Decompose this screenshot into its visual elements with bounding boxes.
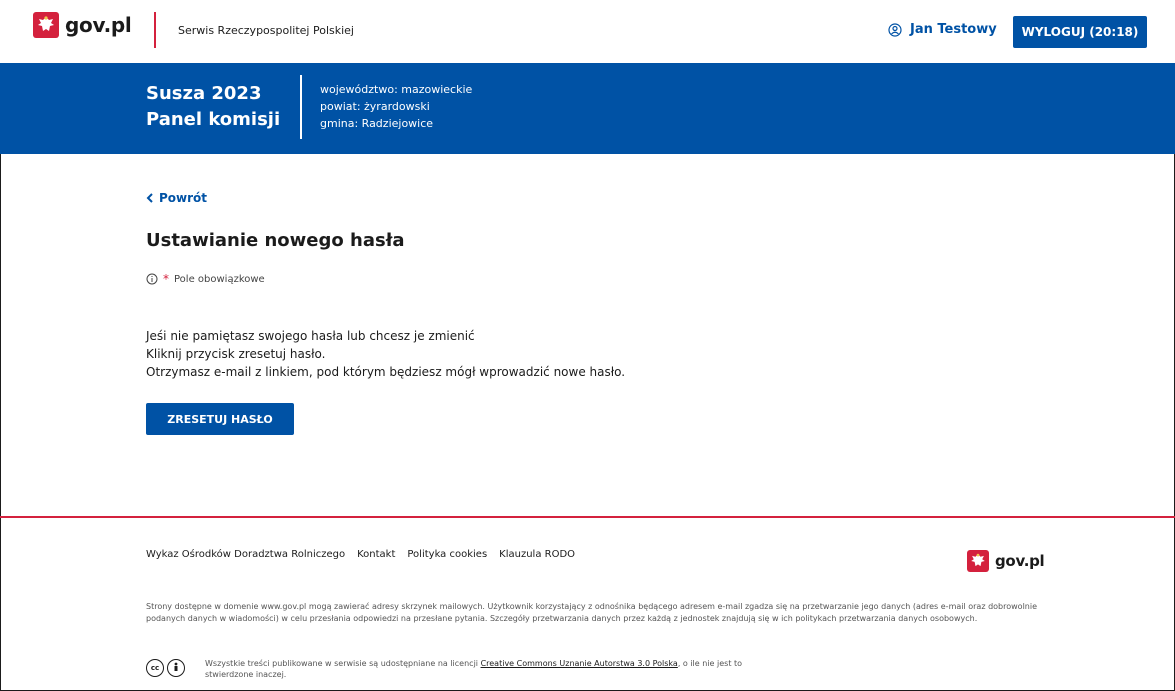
poland-eagle-icon bbox=[33, 12, 59, 38]
by-icon bbox=[167, 659, 185, 677]
region-info: województwo: mazowieckie powiat: żyrardo… bbox=[320, 81, 472, 132]
cc-license-icons: cc bbox=[146, 659, 185, 677]
service-name: Serwis Rzeczypospolitej Polskiej bbox=[178, 24, 354, 37]
footer-gov-logo[interactable]: gov.pl bbox=[967, 550, 1045, 572]
info-line-2: Kliknij przycisk zresetuj hasło. bbox=[146, 347, 326, 361]
page-title: Ustawianie nowego hasła bbox=[146, 230, 405, 251]
footer-link-odr[interactable]: Wykaz Ośrodków Doradztwa Rolniczego bbox=[146, 549, 345, 560]
logout-button[interactable]: WYLOGUJ (20:18) bbox=[1013, 16, 1147, 48]
app-title-line2: Panel komisji bbox=[146, 109, 281, 130]
header-divider bbox=[154, 12, 156, 48]
reset-instructions: Jeśi nie pamiętasz swojego hasła lub chc… bbox=[146, 327, 625, 381]
info-icon bbox=[146, 273, 158, 285]
region-county: powiat: żyrardowski bbox=[320, 100, 430, 113]
footer-link-cookies[interactable]: Polityka cookies bbox=[407, 549, 487, 560]
region-voivodeship: województwo: mazowieckie bbox=[320, 83, 473, 96]
license-text: Wszystkie treści publikowane w serwisie … bbox=[205, 658, 765, 680]
footer-link-contact[interactable]: Kontakt bbox=[357, 549, 395, 560]
license-prefix: Wszystkie treści publikowane w serwisie … bbox=[205, 659, 479, 668]
top-bar: gov.pl Serwis Rzeczypospolitej Polskiej … bbox=[0, 0, 1175, 63]
poland-eagle-icon bbox=[967, 550, 989, 572]
chevron-left-icon bbox=[146, 193, 153, 203]
gov-logo[interactable]: gov.pl bbox=[33, 12, 132, 38]
footer-links: Wykaz Ośrodków Doradztwa Rolniczego Kont… bbox=[146, 549, 575, 560]
user-name: Jan Testowy bbox=[910, 22, 997, 37]
reset-password-button[interactable]: ZRESETUJ HASŁO bbox=[146, 403, 294, 435]
app-banner: Susza 2023 Panel komisji województwo: ma… bbox=[0, 63, 1175, 154]
user-menu[interactable]: Jan Testowy bbox=[888, 22, 997, 37]
required-text: Pole obowiązkowe bbox=[174, 273, 265, 285]
required-fields-note: * Pole obowiązkowe bbox=[146, 272, 265, 286]
banner-divider bbox=[300, 75, 302, 139]
info-line-3: Otrzymasz e-mail z linkiem, pod którym b… bbox=[146, 365, 626, 379]
footer-divider bbox=[0, 516, 1175, 518]
required-star: * bbox=[163, 272, 169, 286]
user-circle-icon bbox=[888, 22, 902, 37]
region-commune: gmina: Radziejowice bbox=[320, 117, 434, 130]
back-label: Powrót bbox=[159, 191, 208, 205]
cc-icon: cc bbox=[146, 659, 164, 677]
email-disclaimer: Strony dostępne w domenie www.gov.pl mog… bbox=[146, 602, 1038, 623]
footer-link-rodo[interactable]: Klauzula RODO bbox=[499, 549, 575, 560]
logo-text: gov.pl bbox=[65, 13, 132, 37]
back-link[interactable]: Powrót bbox=[146, 191, 207, 205]
footer-logo-text: gov.pl bbox=[995, 552, 1045, 570]
app-title: Susza 2023 Panel komisji bbox=[146, 81, 280, 133]
info-line-1: Jeśi nie pamiętasz swojego hasła lub chc… bbox=[146, 329, 475, 343]
license-link[interactable]: Creative Commons Uznanie Autorstwa 3.0 P… bbox=[481, 659, 678, 668]
app-title-line1: Susza 2023 bbox=[146, 83, 262, 104]
